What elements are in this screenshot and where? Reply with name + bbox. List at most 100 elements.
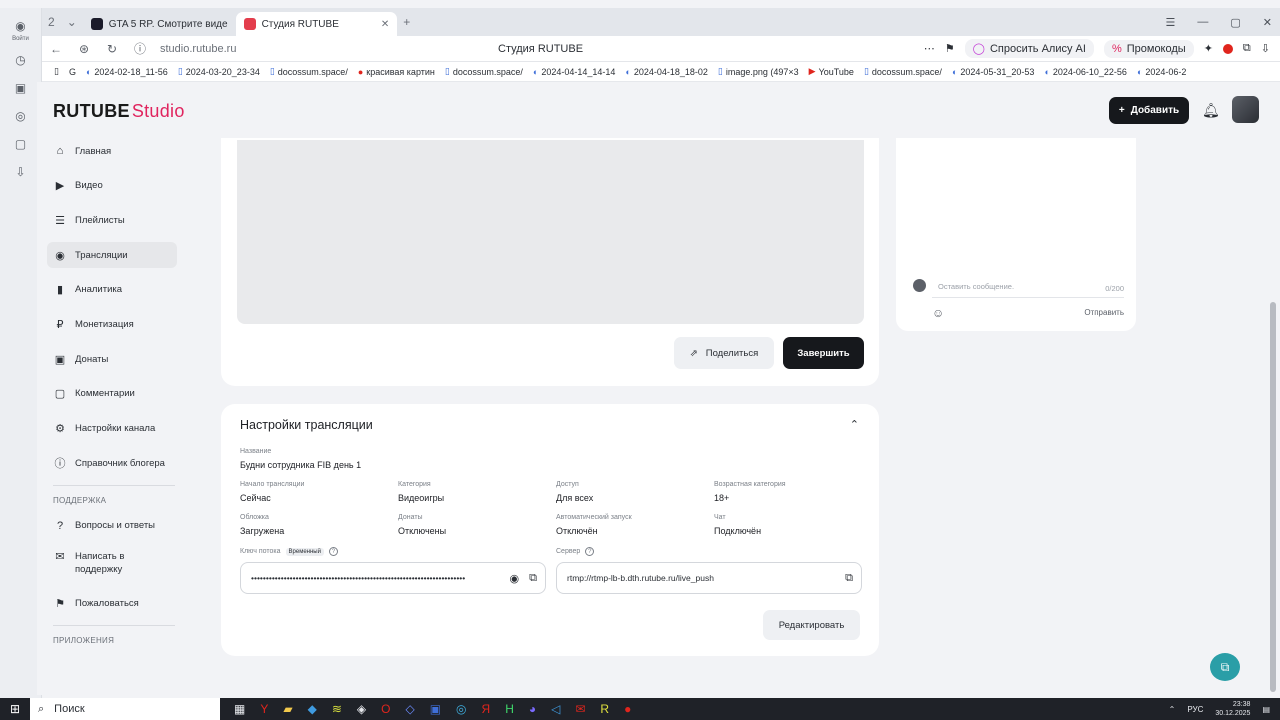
mail-icon[interactable]: ✉ xyxy=(575,702,585,716)
share-button[interactable]: ⇗ Поделиться xyxy=(674,337,774,369)
promo-button[interactable]: % Промокоды xyxy=(1103,39,1194,58)
sidebar-item-home[interactable]: ⌂ Главная xyxy=(47,138,177,164)
bookmark-item[interactable]: ◐ 2024-06-2 xyxy=(1137,67,1186,77)
share-page-icon[interactable]: ⧉ xyxy=(1243,42,1251,55)
bookmark-item[interactable]: ◐ 2024-02-18_11-56 xyxy=(86,67,168,77)
bookmark-item[interactable]: ◐ 2024-05-31_20-53 xyxy=(952,67,1035,77)
tab-studio[interactable]: Студия RUTUBE ✕ xyxy=(235,12,398,36)
collections-icon[interactable]: ▣ xyxy=(9,78,33,98)
profile-icon[interactable]: ◉ xyxy=(9,16,33,36)
app-icon[interactable]: ◈ xyxy=(357,702,366,716)
add-button[interactable]: + Добавить xyxy=(1109,97,1189,124)
task-view-icon[interactable]: ▦ xyxy=(234,702,245,716)
sidebar-item-broadcasts[interactable]: ◉ Трансляции xyxy=(47,242,177,269)
maximize-icon[interactable]: ▢ xyxy=(1230,16,1240,29)
bookmark-item[interactable]: ◐ 2024-04-18_18-02 xyxy=(625,67,708,77)
sidebar-item-playlists[interactable]: ☰ Плейлисты xyxy=(47,207,177,233)
tab-gta[interactable]: GTA 5 RP. Смотрите виде xyxy=(83,12,236,36)
app-icon[interactable]: ▣ xyxy=(430,702,441,716)
app-icon[interactable]: ◇ xyxy=(405,702,414,716)
discord-icon[interactable]: ◕ xyxy=(529,702,536,716)
yandex-icon[interactable]: Я xyxy=(482,702,491,716)
opera-icon[interactable]: O xyxy=(381,702,390,716)
history-icon[interactable]: ◷ xyxy=(9,50,33,70)
windows-start-icon[interactable]: ⊞ xyxy=(0,702,30,716)
bookmark-item[interactable]: ▯ docossum.space/ xyxy=(270,66,348,77)
app-icon[interactable]: ≋ xyxy=(332,702,342,716)
sidebar-item-faq[interactable]: ? Вопросы и ответы xyxy=(47,513,177,539)
extension-icon[interactable]: ✦ xyxy=(1204,42,1213,55)
shield-icon[interactable]: ⊛ xyxy=(70,42,98,56)
language-indicator[interactable]: РУС xyxy=(1187,705,1203,714)
help-icon[interactable]: ? xyxy=(585,547,595,556)
sidebar-item-blogger-guide[interactable]: ⓘ Справочник блогера xyxy=(47,450,177,476)
close-icon[interactable]: ✕ xyxy=(381,19,389,30)
bookmark-item[interactable]: ▯ docossum.space/ xyxy=(864,66,942,77)
rutube-studio-logo[interactable]: RUTUBE Studio xyxy=(53,101,185,122)
app-icon[interactable]: ◆ xyxy=(308,702,317,716)
url-field[interactable]: studio.rutube.ru xyxy=(160,43,460,55)
chevron-down-icon[interactable]: ⌄ xyxy=(61,15,83,29)
end-stream-button[interactable]: Завершить xyxy=(783,337,864,369)
avatar[interactable] xyxy=(1232,96,1259,123)
app-icon[interactable]: H xyxy=(505,702,514,716)
copy-icon[interactable]: ⧉ xyxy=(529,572,537,585)
reload-icon[interactable]: ↻ xyxy=(98,42,126,56)
eye-icon[interactable]: ◉ xyxy=(510,572,520,585)
sidebar-item-contact-support[interactable]: ✉ Написать в поддержку xyxy=(47,548,177,582)
bookmark-folder-icon[interactable]: ▯ xyxy=(54,66,59,77)
new-tab-icon[interactable]: + xyxy=(397,15,416,29)
sidebar-item-report[interactable]: ⚑ Пожаловаться xyxy=(47,590,177,616)
stream-video-preview[interactable] xyxy=(237,140,864,324)
menu-icon[interactable]: ☰ xyxy=(1166,16,1176,29)
downloads-icon[interactable]: ⇩ xyxy=(9,162,33,182)
copy-icon[interactable]: ⧉ xyxy=(845,572,853,585)
bookmark-item[interactable]: ▯ 2024-03-20_23-34 xyxy=(178,66,260,77)
sidebar-item-monetization[interactable]: ₽ Монетизация xyxy=(47,311,177,337)
bookmark-icon[interactable]: ⚑ xyxy=(945,42,955,55)
server-field[interactable]: rtmp://rtmp-lb-b.dth.rutube.ru/live_push… xyxy=(556,562,862,594)
rutube-icon[interactable]: R xyxy=(600,702,609,716)
stream-key-field[interactable]: ••••••••••••••••••••••••••••••••••••••••… xyxy=(240,562,546,594)
back-icon[interactable]: ← xyxy=(42,42,70,56)
bookmark-item[interactable]: ◐ 2024-06-10_22-56 xyxy=(1044,67,1127,77)
record-icon[interactable] xyxy=(1222,43,1233,54)
chevron-up-icon[interactable]: ⌃ xyxy=(850,418,859,431)
bookmark-item[interactable]: ▯ image.png (497×3 xyxy=(718,66,799,77)
download-icon[interactable]: ⇩ xyxy=(1261,42,1270,55)
send-button[interactable]: Отправить xyxy=(1084,308,1124,317)
sidebar-item-analytics[interactable]: ▮ Аналитика xyxy=(47,277,177,303)
sidebar-item-video[interactable]: ▶ Видео xyxy=(47,173,177,199)
notifications-icon[interactable]: ▤ xyxy=(1262,705,1270,714)
emoji-icon[interactable]: ☺ xyxy=(932,306,944,320)
minimize-icon[interactable]: — xyxy=(1197,16,1208,28)
window-close-icon[interactable]: ✕ xyxy=(1263,16,1272,29)
explorer-icon[interactable]: ▰ xyxy=(283,702,292,716)
vscode-icon[interactable]: ◁ xyxy=(551,702,560,716)
app-icon[interactable]: ▢ xyxy=(9,134,33,154)
bookmark-item[interactable]: ▶ YouTube xyxy=(809,66,854,77)
bookmark-item[interactable]: ● красивая картин xyxy=(358,67,435,77)
page-scrollbar[interactable] xyxy=(1270,82,1276,695)
tab-count-icon[interactable]: 2 xyxy=(42,15,61,29)
edit-button[interactable]: Редактировать xyxy=(763,610,860,640)
taskbar-search[interactable]: ⌕ Поиск xyxy=(30,698,220,720)
google-icon[interactable]: G xyxy=(69,67,76,77)
alice-button[interactable]: ◯ Спросить Алису AI xyxy=(964,39,1094,58)
media-icon[interactable]: ◎ xyxy=(9,106,33,126)
sidebar-item-channel-settings[interactable]: ⚙ Настройки канала xyxy=(47,416,177,442)
sidebar-item-donates[interactable]: ▣ Донаты xyxy=(47,346,177,372)
bookmark-item[interactable]: ◐ 2024-04-14_14-14 xyxy=(533,67,616,77)
chrome-icon[interactable]: ◎ xyxy=(456,702,466,716)
chat-message-input[interactable]: Оставить сообщение. xyxy=(932,276,1124,298)
scrollbar-thumb[interactable] xyxy=(1270,302,1276,692)
app-icon[interactable]: ● xyxy=(624,702,631,716)
yandex-browser-icon[interactable]: Y xyxy=(260,702,268,716)
sidebar-item-comments[interactable]: ▢ Комментарии xyxy=(47,381,177,407)
help-icon[interactable]: ? xyxy=(328,547,338,556)
bell-icon[interactable]: 🔔︎ xyxy=(1202,102,1220,119)
more-icon[interactable]: ⋯ xyxy=(924,42,935,55)
bookmark-item[interactable]: ▯ docossum.space/ xyxy=(445,66,523,77)
chevron-up-icon[interactable]: ⌃ xyxy=(1169,705,1176,714)
support-chat-icon[interactable]: ⧉ xyxy=(1210,653,1240,681)
